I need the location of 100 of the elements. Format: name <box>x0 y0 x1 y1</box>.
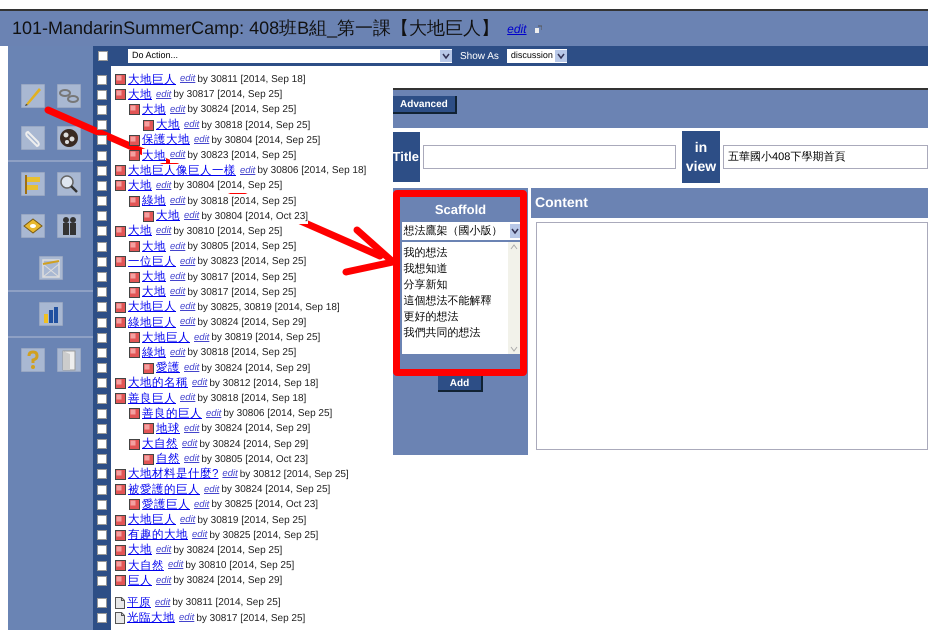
reel-icon[interactable] <box>56 126 80 150</box>
note-title-link[interactable]: 大地 <box>142 102 166 117</box>
title-input[interactable] <box>423 145 676 169</box>
row-checkbox[interactable] <box>97 74 107 85</box>
row-checkbox[interactable] <box>97 318 107 328</box>
note-title-link[interactable]: 被愛護的巨人 <box>128 482 200 497</box>
note-title-link[interactable]: 善良巨人 <box>128 392 176 406</box>
note-title-link[interactable]: 大地巨人像巨人一樣 <box>128 164 236 178</box>
note-title-link[interactable]: 自然 <box>156 452 180 466</box>
scaffold-select[interactable]: 想法鷹架（國小版） <box>402 222 520 240</box>
note-title-link[interactable]: 大地 <box>156 209 180 224</box>
support-item[interactable]: 這個想法不能解釋 <box>404 293 508 309</box>
dropdown-icon[interactable] <box>510 224 520 238</box>
note-title-link[interactable]: 大自然 <box>128 558 164 573</box>
note-title-link[interactable]: 大地巨人 <box>128 72 176 87</box>
note-title-link[interactable]: 愛護 <box>156 361 180 376</box>
row-checkbox[interactable] <box>97 196 107 206</box>
row-checkbox[interactable] <box>97 272 107 282</box>
row-checkbox[interactable] <box>97 530 107 540</box>
row-checkbox[interactable] <box>97 120 107 130</box>
support-item[interactable]: 我們共同的想法 <box>404 325 508 341</box>
support-item[interactable]: 更好的想法 <box>404 309 508 325</box>
row-checkbox[interactable] <box>97 104 107 115</box>
support-item[interactable]: 我的想法 <box>404 245 508 261</box>
note-title-link[interactable]: 有趣的大地 <box>128 528 188 542</box>
row-checkbox[interactable] <box>97 302 107 312</box>
note-title-link[interactable]: 大地 <box>142 270 166 284</box>
edit-link[interactable]: edit <box>156 574 172 588</box>
row-checkbox[interactable] <box>97 560 107 571</box>
note-title-link[interactable]: 大地的名稱 <box>128 376 188 390</box>
row-checkbox[interactable] <box>97 211 107 222</box>
note-title-link[interactable]: 善良的巨人 <box>142 406 202 421</box>
row-checkbox[interactable] <box>97 515 107 526</box>
chart-icon[interactable] <box>38 302 62 326</box>
dropdown-icon[interactable] <box>440 50 452 62</box>
note-title-link[interactable]: 光臨大地 <box>127 611 175 626</box>
select-all-checkbox[interactable] <box>98 51 108 61</box>
note-title-link[interactable]: 愛護巨人 <box>142 498 190 512</box>
row-checkbox[interactable] <box>97 90 107 100</box>
note-title-link[interactable]: 綠地 <box>142 194 166 208</box>
door-icon[interactable] <box>56 348 80 372</box>
edit-link[interactable]: edit <box>194 330 210 345</box>
note-title-link[interactable]: 保護大地 <box>142 133 190 148</box>
people-icon[interactable] <box>56 214 80 238</box>
note-title-link[interactable]: 大地巨人 <box>142 330 190 345</box>
action-select[interactable]: Do Action... <box>128 49 452 63</box>
note-title-link[interactable]: 一位巨人 <box>128 254 176 269</box>
note-title-link[interactable]: 大自然 <box>142 437 178 452</box>
row-checkbox[interactable] <box>97 332 107 343</box>
row-checkbox[interactable] <box>97 424 107 434</box>
note-title-link[interactable]: 大地 <box>128 178 152 193</box>
edit-link[interactable]: edit <box>204 482 220 497</box>
support-item[interactable]: 我想知道 <box>404 261 508 277</box>
row-checkbox[interactable] <box>97 378 107 388</box>
edit-link[interactable]: edit <box>180 254 196 269</box>
paperclip-icon[interactable] <box>20 126 44 150</box>
edit-link[interactable]: edit <box>240 164 256 178</box>
row-checkbox[interactable] <box>97 545 107 556</box>
row-checkbox[interactable] <box>97 166 107 176</box>
note-title-link[interactable]: 大地 <box>156 118 180 132</box>
row-checkbox[interactable] <box>97 348 107 358</box>
note-title-link[interactable]: 綠地巨人 <box>128 316 176 330</box>
note-title-link[interactable]: 大地 <box>128 224 152 238</box>
view-select[interactable]: discussion <box>506 49 567 63</box>
search-icon[interactable] <box>56 172 80 196</box>
row-checkbox[interactable] <box>97 226 107 236</box>
row-checkbox[interactable] <box>97 500 107 510</box>
row-checkbox[interactable] <box>97 394 107 404</box>
row-checkbox[interactable] <box>97 363 107 374</box>
note-title-link[interactable]: 大地 <box>142 285 166 300</box>
note-title-link[interactable]: 平原 <box>127 596 151 610</box>
advanced-button[interactable]: Advanced <box>393 96 457 114</box>
note-title-link[interactable]: 大地巨人 <box>128 300 176 314</box>
note-title-link[interactable]: 大地 <box>128 543 152 558</box>
edit-link[interactable]: edit <box>170 240 186 254</box>
row-checkbox[interactable] <box>97 408 107 419</box>
row-checkbox[interactable] <box>97 287 107 298</box>
row-checkbox[interactable] <box>97 469 107 480</box>
frame-icon[interactable] <box>38 256 62 280</box>
row-checkbox[interactable] <box>97 439 107 450</box>
link-icon[interactable] <box>534 24 542 32</box>
row-checkbox[interactable] <box>97 598 107 608</box>
support-list[interactable]: 我的想法 我想知道 分享新知 這個想法不能解釋 更好的想法 我們共同的想法 <box>402 242 520 354</box>
row-checkbox[interactable] <box>97 242 107 252</box>
note-title-link[interactable]: 大地巨人 <box>128 513 176 528</box>
add-button[interactable]: Add <box>438 376 484 392</box>
row-checkbox[interactable] <box>97 576 107 586</box>
row-checkbox[interactable] <box>97 135 107 146</box>
row-checkbox[interactable] <box>97 484 107 495</box>
note-title-link[interactable]: 綠地 <box>142 346 166 360</box>
view-field[interactable]: 五華國小408下學期首頁 <box>723 145 928 169</box>
edit-link[interactable]: edit <box>206 406 222 421</box>
row-checkbox[interactable] <box>97 454 107 464</box>
note-title-link[interactable]: 大地 <box>142 148 166 163</box>
edit-link[interactable]: edit <box>194 498 210 512</box>
edit-link[interactable]: edit <box>170 148 186 163</box>
row-checkbox[interactable] <box>97 256 107 267</box>
note-title-link[interactable]: 地球 <box>156 422 180 436</box>
row-checkbox[interactable] <box>97 150 107 161</box>
dropdown-icon[interactable] <box>554 50 567 62</box>
